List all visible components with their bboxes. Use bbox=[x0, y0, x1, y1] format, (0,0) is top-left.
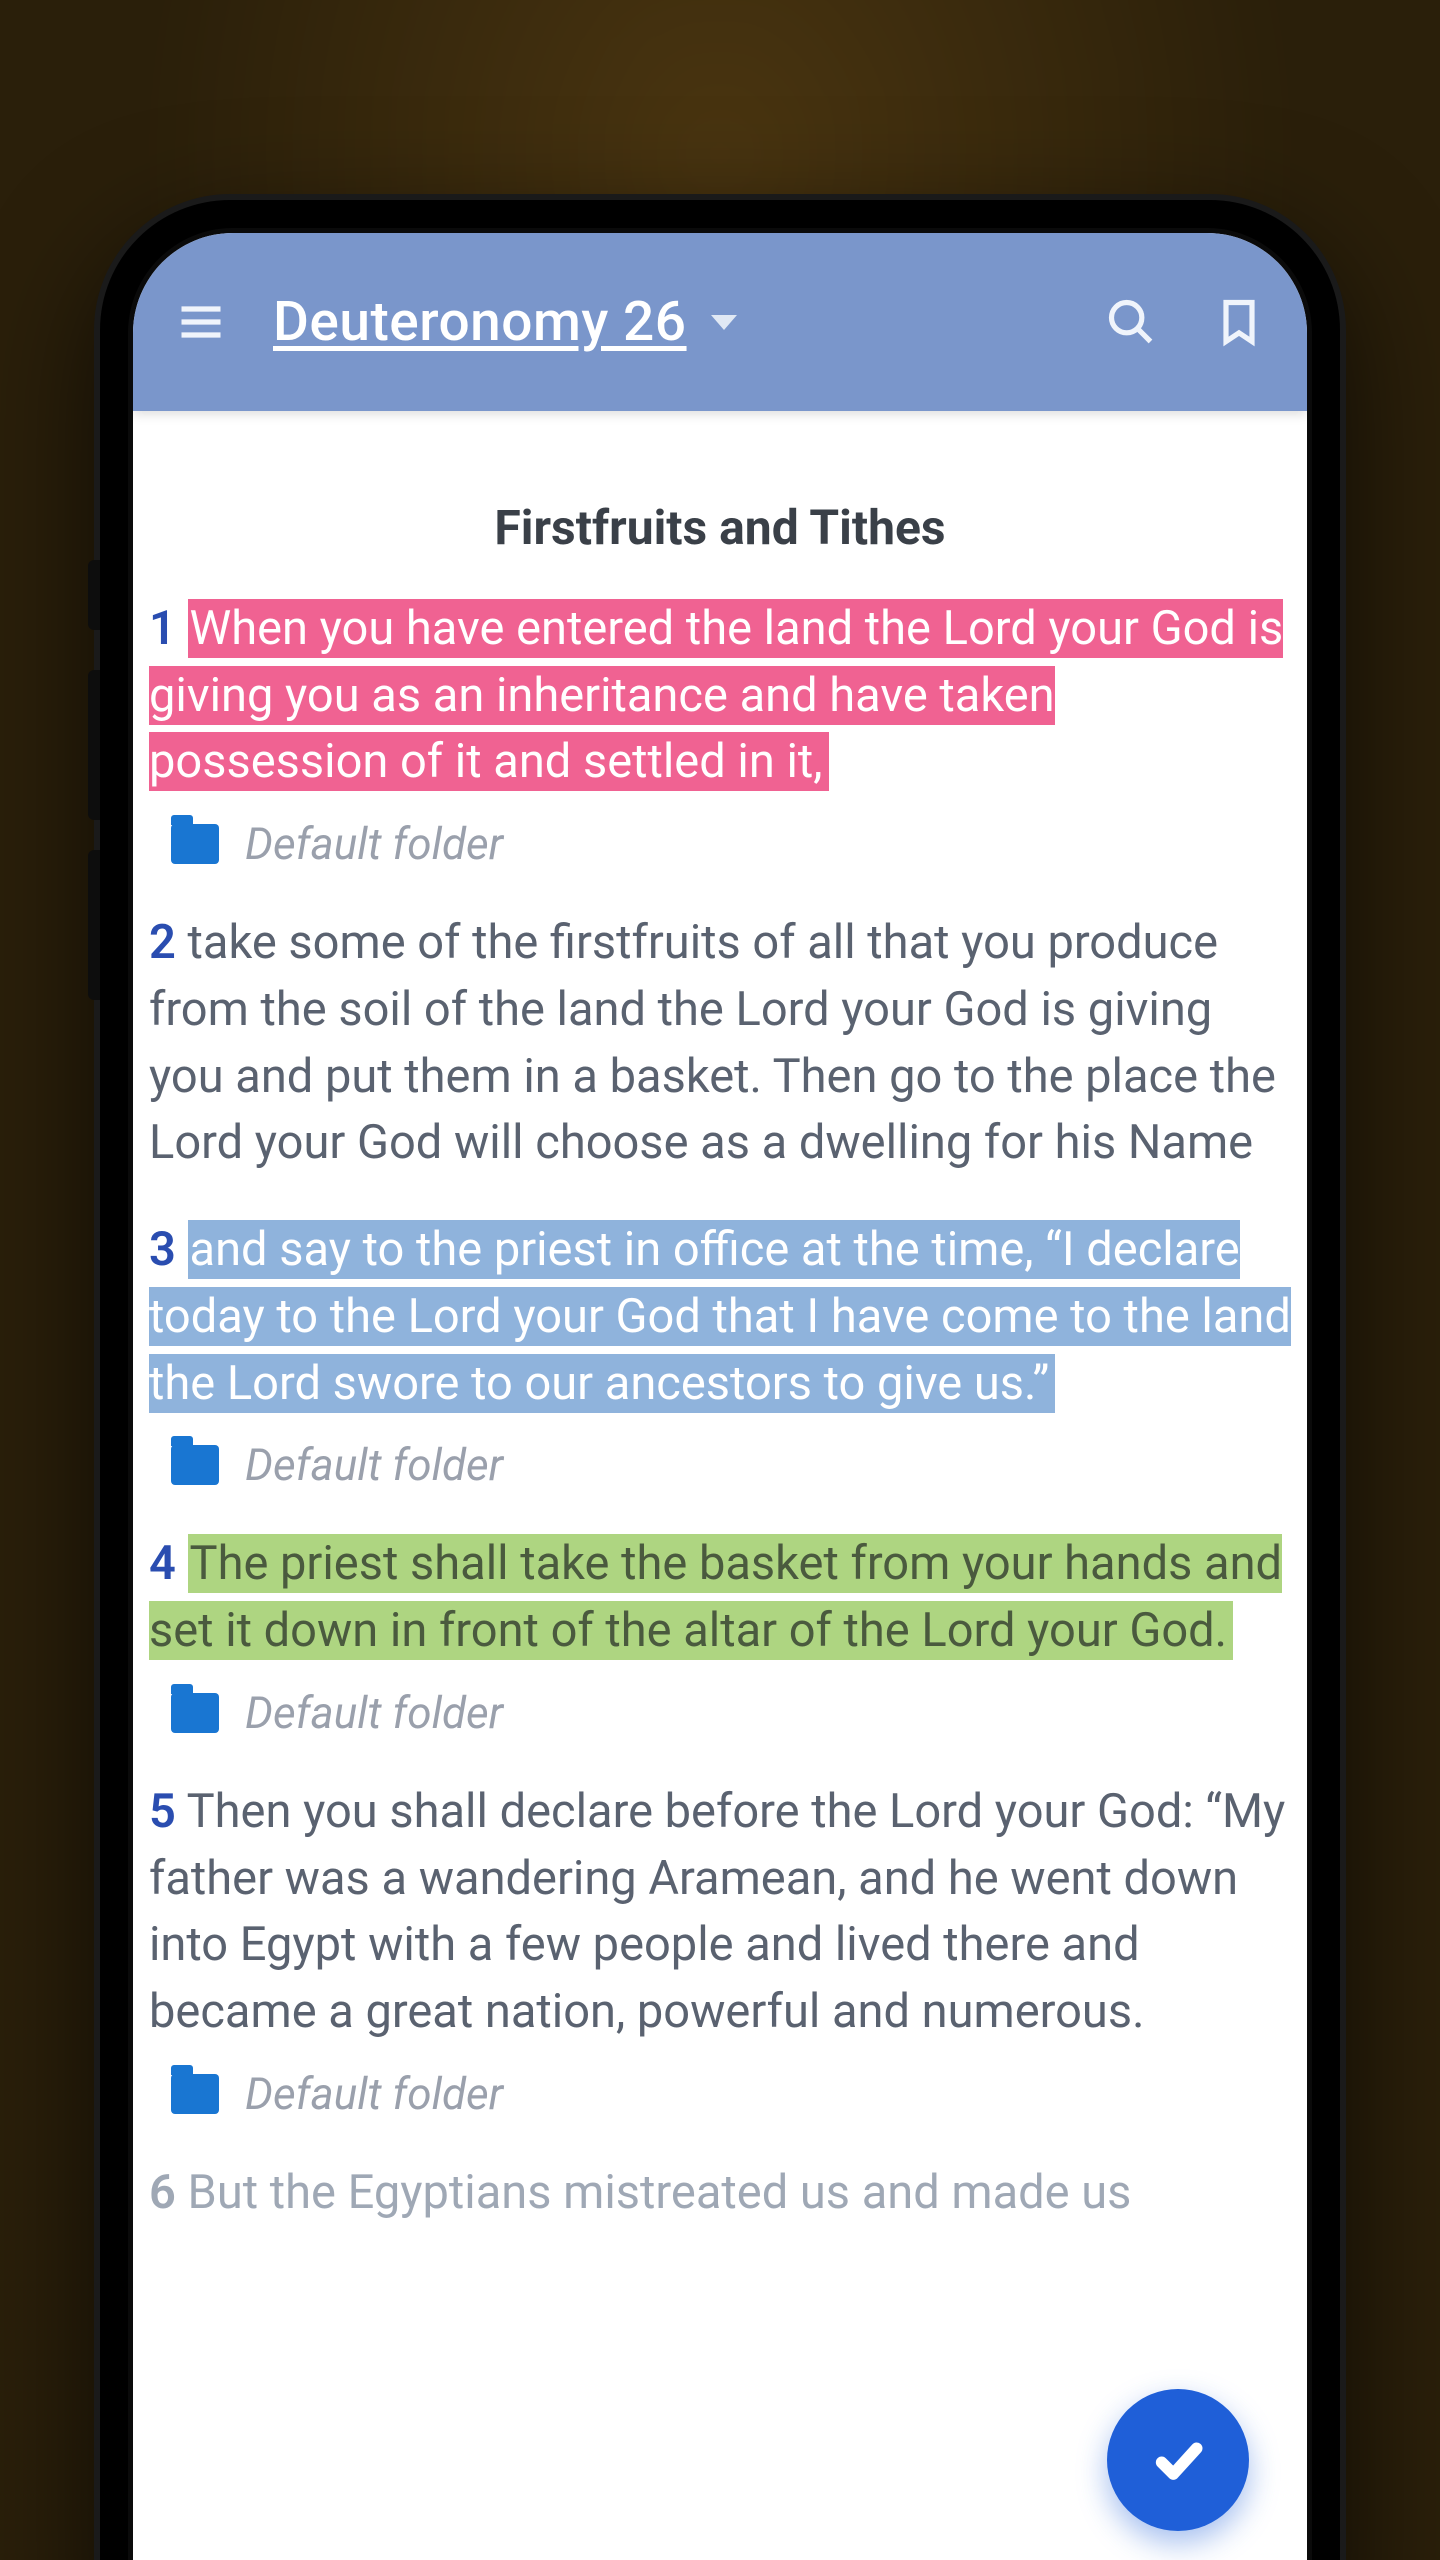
search-button[interactable] bbox=[1095, 286, 1167, 358]
phone-inner-frame: Deuteronomy 26 Firstfruits and Tithes 1 … bbox=[128, 228, 1312, 2560]
verse-number: 6 bbox=[149, 2165, 176, 2220]
verse-text: But the Egyptians mistreated us and made… bbox=[188, 2165, 1132, 2220]
verse-number: 5 bbox=[149, 1784, 176, 1839]
folder-tag[interactable]: Default folder bbox=[171, 2068, 1291, 2120]
verse-number: 4 bbox=[149, 1536, 176, 1591]
folder-icon bbox=[171, 1693, 219, 1733]
bookmark-icon bbox=[1213, 296, 1265, 348]
verse-text-highlighted: The priest shall take the basket from yo… bbox=[149, 1534, 1282, 1660]
chapter-title: Deuteronomy 26 bbox=[273, 290, 687, 354]
verse-text: Then you shall declare before the Lord y… bbox=[149, 1784, 1285, 2039]
folder-label: Default folder bbox=[245, 818, 503, 870]
verse-text-highlighted: and say to the priest in office at the t… bbox=[149, 1220, 1291, 1412]
chevron-down-icon bbox=[711, 315, 737, 330]
check-icon bbox=[1150, 2432, 1206, 2488]
menu-button[interactable] bbox=[165, 286, 237, 358]
phone-volume-up bbox=[88, 670, 100, 820]
folder-label: Default folder bbox=[245, 1687, 503, 1739]
reading-content[interactable]: Firstfruits and Tithes 1 When you have e… bbox=[133, 411, 1307, 2560]
verse-text-highlighted: When you have entered the land the Lord … bbox=[149, 599, 1283, 791]
verse[interactable]: 6 But the Egyptians mistreated us and ma… bbox=[149, 2160, 1291, 2227]
folder-icon bbox=[171, 1445, 219, 1485]
folder-icon bbox=[171, 824, 219, 864]
verse-number: 2 bbox=[149, 915, 176, 970]
phone-frame: Deuteronomy 26 Firstfruits and Tithes 1 … bbox=[100, 200, 1340, 2560]
verse[interactable]: 5 Then you shall declare before the Lord… bbox=[149, 1779, 1291, 2046]
folder-icon bbox=[171, 2074, 219, 2114]
folder-tag[interactable]: Default folder bbox=[171, 818, 1291, 870]
verse[interactable]: 4 The priest shall take the basket from … bbox=[149, 1531, 1291, 1664]
phone-screen: Deuteronomy 26 Firstfruits and Tithes 1 … bbox=[133, 233, 1307, 2560]
search-icon bbox=[1105, 296, 1157, 348]
folder-tag[interactable]: Default folder bbox=[171, 1687, 1291, 1739]
verse-number: 3 bbox=[149, 1222, 176, 1277]
folder-tag[interactable]: Default folder bbox=[171, 1439, 1291, 1491]
folder-label: Default folder bbox=[245, 1439, 503, 1491]
verse[interactable]: 3 and say to the priest in office at the… bbox=[149, 1217, 1291, 1417]
bookmark-button[interactable] bbox=[1203, 286, 1275, 358]
verse[interactable]: 2 take some of the firstfruits of all th… bbox=[149, 910, 1291, 1177]
hamburger-icon bbox=[175, 296, 227, 348]
verse-text: take some of the firstfruits of all that… bbox=[149, 915, 1276, 1170]
confirm-fab[interactable] bbox=[1107, 2389, 1249, 2531]
section-heading: Firstfruits and Tithes bbox=[149, 499, 1291, 556]
phone-side-button bbox=[88, 560, 100, 630]
app-bar: Deuteronomy 26 bbox=[133, 233, 1307, 411]
chapter-selector[interactable]: Deuteronomy 26 bbox=[273, 290, 737, 354]
verse[interactable]: 1 When you have entered the land the Lor… bbox=[149, 596, 1291, 796]
verse-number: 1 bbox=[149, 601, 176, 656]
folder-label: Default folder bbox=[245, 2068, 503, 2120]
phone-volume-down bbox=[88, 850, 100, 1000]
